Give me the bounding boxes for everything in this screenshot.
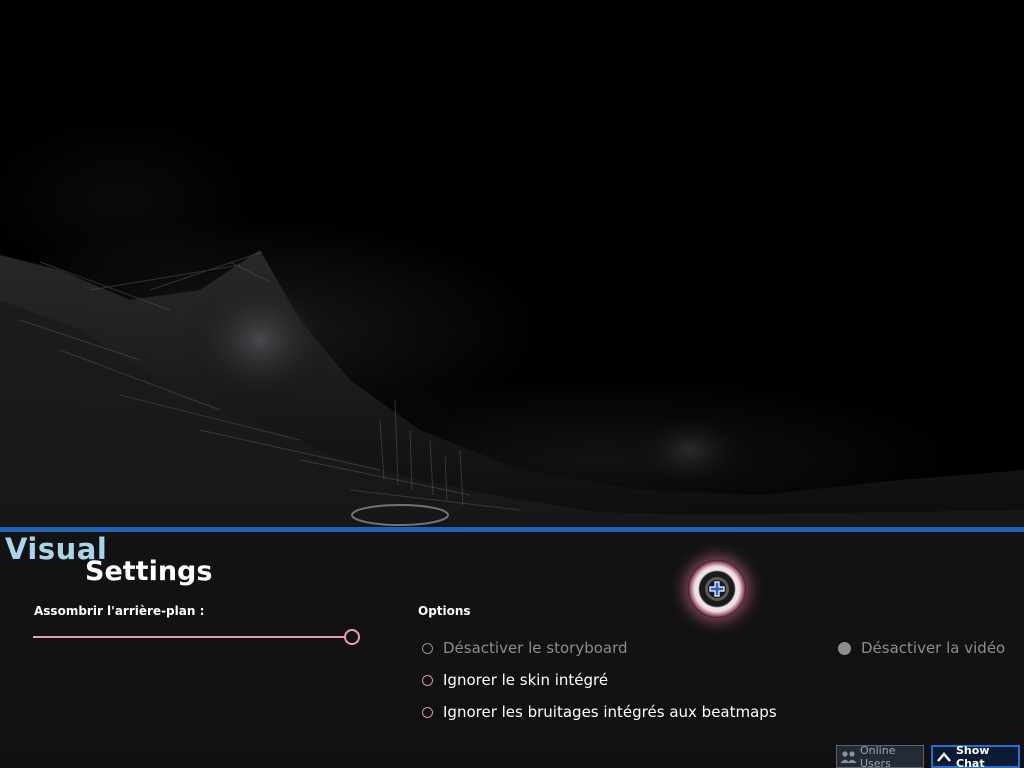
option-ignore-skin[interactable]: Ignorer le skin intégré — [418, 671, 608, 689]
option-disable-video[interactable]: Désactiver la vidéo — [834, 639, 1005, 657]
option-label: Ignorer les bruitages intégrés aux beatm… — [443, 703, 777, 721]
checkbox-icon[interactable] — [422, 642, 433, 654]
options-heading: Options — [418, 604, 471, 618]
users-icon — [840, 750, 858, 764]
background-dim-slider[interactable] — [33, 636, 345, 638]
online-users-button[interactable]: Online Users — [836, 743, 924, 768]
show-chat-button[interactable]: Show Chat — [931, 743, 1020, 768]
slider-thumb[interactable] — [344, 629, 360, 645]
option-label: Désactiver le storyboard — [443, 639, 628, 657]
osu-cursor-icon — [688, 560, 746, 618]
chevron-up-icon — [937, 751, 951, 762]
option-label: Désactiver la vidéo — [861, 639, 1006, 657]
checkbox-icon[interactable] — [422, 674, 433, 686]
checkbox-icon[interactable] — [422, 706, 433, 718]
show-chat-label: Show Chat — [956, 743, 990, 768]
background-dim-label: Assombrir l'arrière-plan : — [34, 604, 205, 618]
option-ignore-beatmap-sounds[interactable]: Ignorer les bruitages intégrés aux beatm… — [418, 703, 777, 721]
online-users-label: Online Users — [860, 743, 896, 768]
game-screen: Visual Settings Assombrir l'arrière-plan… — [0, 0, 1024, 768]
checkbox-icon[interactable] — [838, 641, 851, 655]
cursor-plus-icon — [709, 581, 725, 597]
option-label: Ignorer le skin intégré — [443, 671, 609, 689]
page-title-settings: Settings — [85, 556, 213, 587]
option-disable-storyboard[interactable]: Désactiver le storyboard — [418, 639, 628, 657]
